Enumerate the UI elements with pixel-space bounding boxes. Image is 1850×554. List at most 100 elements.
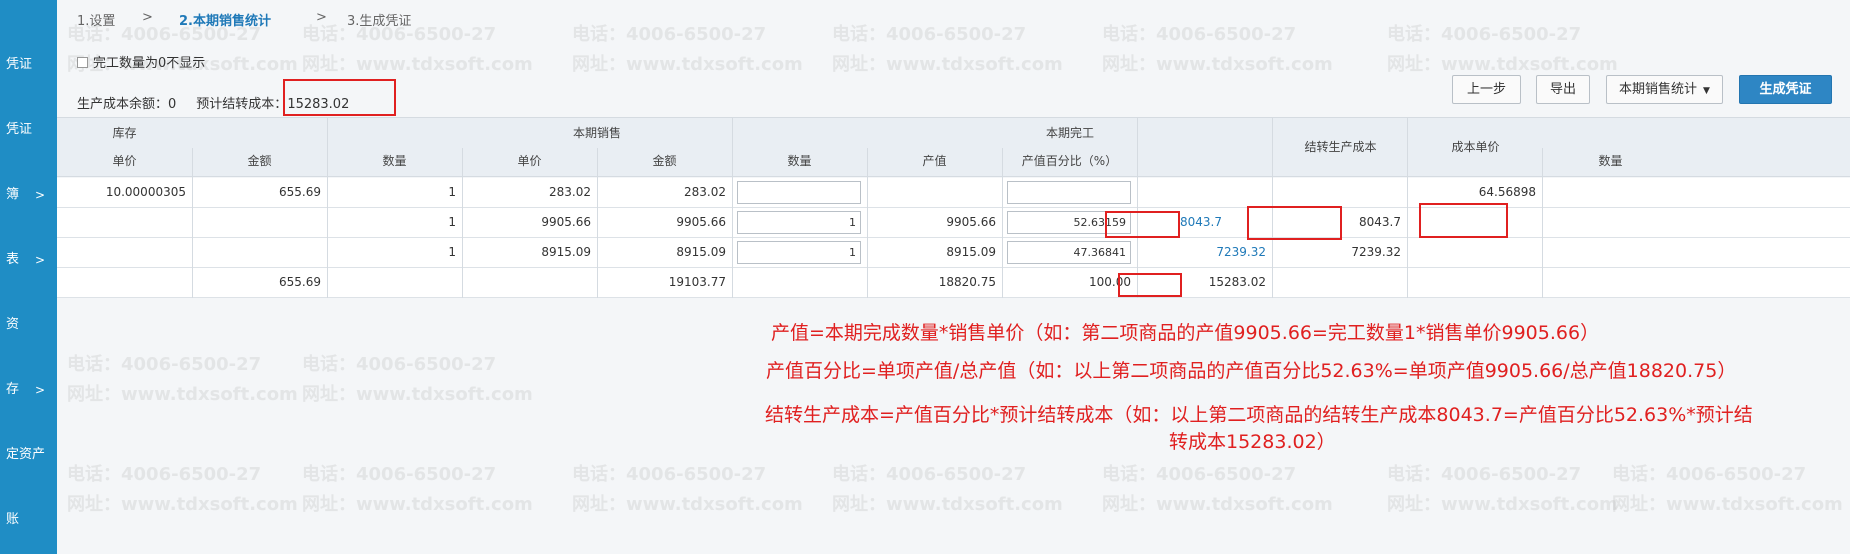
cell-last-qty bbox=[1407, 238, 1542, 267]
sidebar-item-voucher-2[interactable]: 凭证 bbox=[0, 115, 57, 145]
comp-pct-input[interactable]: 47.36841 bbox=[1007, 241, 1131, 264]
sidebar-item-label: 账 bbox=[6, 512, 20, 527]
cell-sales-qty: 1 bbox=[448, 215, 456, 229]
cell-inv-amount bbox=[192, 208, 327, 237]
highlight-box bbox=[1105, 211, 1180, 238]
watermark-phone: 电话：4006-6500-27 bbox=[572, 464, 767, 485]
cell-sales-price: 283.02 bbox=[549, 185, 591, 199]
cell-inv-price bbox=[57, 208, 192, 237]
step-separator: > bbox=[142, 10, 153, 25]
sidebar-item-label: 定资产 bbox=[6, 447, 46, 462]
grid-line bbox=[1407, 118, 1408, 178]
header-last-qty: 数量 bbox=[1598, 154, 1623, 168]
header-sales: 本期销售 bbox=[572, 126, 621, 140]
watermark-site: 网址：www.tdxsoft.com bbox=[572, 54, 803, 75]
header-comp-pct: 产值百分比（%） bbox=[1021, 154, 1118, 168]
cell-unit-cost bbox=[1272, 178, 1407, 207]
chevron-right-icon: > bbox=[34, 253, 45, 267]
watermark-site: 网址：www.tdxsoft.com bbox=[1387, 494, 1618, 515]
report-select[interactable]: 本期销售统计 ▼ bbox=[1606, 75, 1723, 104]
step-generate-voucher[interactable]: 3.生成凭证 bbox=[347, 10, 411, 29]
sidebar-item-label: 表 bbox=[6, 252, 20, 267]
cell-transfer-cost[interactable]: 7239.32 bbox=[1137, 238, 1272, 267]
sidebar-item-label: 资 bbox=[6, 317, 20, 332]
prev-step-button[interactable]: 上一步 bbox=[1452, 75, 1521, 104]
cell-transfer-cost bbox=[1137, 178, 1272, 207]
annotation-output-percent: 产值百分比=单项产值/总产值（如：以上第二项商品的产值百分比52.63%=单项产… bbox=[766, 360, 1737, 382]
header-inv-price: 单价 bbox=[112, 154, 137, 168]
table-total-row: 655.69 19103.77 18820.75 100.00 15283.02 bbox=[57, 268, 1850, 298]
sidebar-item-account[interactable]: 账 bbox=[0, 505, 57, 535]
highlight-box bbox=[283, 79, 396, 116]
report-select-value: 本期销售统计 bbox=[1619, 82, 1698, 97]
comp-pct-input[interactable] bbox=[1007, 181, 1131, 204]
comp-qty-input[interactable] bbox=[737, 181, 861, 204]
header-completed: 本期完工 bbox=[1045, 126, 1094, 140]
watermark-phone: 电话：4006-6500-27 bbox=[1387, 464, 1582, 485]
watermark-site: 网址：www.tdxsoft.com bbox=[572, 494, 803, 515]
table-row: 1 9905.66 9905.66 1 9905.66 52.63159 804… bbox=[57, 208, 1850, 238]
header-sales-qty: 数量 bbox=[382, 154, 407, 168]
table-row: 1 8915.09 8915.09 1 8915.09 47.36841 723… bbox=[57, 238, 1850, 268]
cell-sales-amount-total: 19103.77 bbox=[668, 275, 726, 289]
left-sidebar: 凭证 凭证 簿 > 表 > 资 存 > 定资产 账 bbox=[0, 0, 57, 554]
annotation-output-value: 产值=本期完成数量*销售单价（如：第二项商品的产值9905.66=完工数量1*销… bbox=[771, 322, 1600, 344]
cell-sales-qty: 1 bbox=[448, 185, 456, 199]
cell-inv-amount-total: 655.69 bbox=[279, 275, 321, 289]
header-sales-price: 单价 bbox=[517, 154, 542, 168]
grid-line bbox=[327, 118, 328, 178]
watermark-site: 网址：www.tdxsoft.com bbox=[832, 494, 1063, 515]
cell-sales-amount: 9905.66 bbox=[676, 215, 726, 229]
step-sales-stats[interactable]: 2.本期销售统计 bbox=[179, 10, 271, 29]
grid-line bbox=[1002, 178, 1003, 298]
sidebar-item-label: 存 bbox=[6, 382, 20, 397]
cell-inv-amount bbox=[192, 238, 327, 267]
cell-comp-value-total: 18820.75 bbox=[938, 275, 996, 289]
table-row: 10.00000305 655.69 1 283.02 283.02 64.56… bbox=[57, 178, 1850, 208]
cell-sales-price: 8915.09 bbox=[541, 245, 591, 259]
sidebar-item-ledger[interactable]: 簿 > bbox=[0, 180, 57, 210]
sidebar-item-reports[interactable]: 表 > bbox=[0, 245, 57, 275]
grid-line bbox=[732, 178, 733, 298]
grid-line bbox=[462, 148, 463, 178]
step-settings[interactable]: 1.设置 bbox=[77, 10, 115, 29]
highlight-box bbox=[1419, 203, 1508, 238]
watermark-phone: 电话：4006-6500-27 bbox=[1102, 24, 1297, 45]
sidebar-item-inventory[interactable]: 存 > bbox=[0, 375, 57, 405]
sidebar-item-label: 凭证 bbox=[6, 57, 33, 72]
grid-line bbox=[1542, 178, 1543, 298]
grid-line bbox=[597, 148, 598, 178]
watermark-site: 网址：www.tdxsoft.com bbox=[1102, 54, 1333, 75]
step-separator: > bbox=[316, 10, 327, 25]
grid-line bbox=[732, 118, 733, 178]
cell-comp-value: 8915.09 bbox=[946, 245, 996, 259]
watermark-phone: 电话：4006-6500-27 bbox=[1102, 464, 1297, 485]
cell-comp-value: 9905.66 bbox=[946, 215, 996, 229]
watermark-phone: 电话：4006-6500-27 bbox=[67, 354, 262, 375]
comp-qty-input[interactable]: 1 bbox=[737, 241, 861, 264]
generate-voucher-button[interactable]: 生成凭证 bbox=[1739, 75, 1832, 104]
export-button[interactable]: 导出 bbox=[1536, 75, 1590, 104]
sidebar-item-label: 凭证 bbox=[6, 122, 33, 137]
grid-line bbox=[867, 178, 868, 298]
header-sales-amount: 金额 bbox=[652, 154, 677, 168]
sidebar-item-voucher[interactable]: 凭证 bbox=[0, 50, 57, 80]
watermark-phone: 电话：4006-6500-27 bbox=[1612, 464, 1807, 485]
sidebar-item-funds[interactable]: 资 bbox=[0, 310, 57, 340]
header-inv-amount: 金额 bbox=[247, 154, 272, 168]
sidebar-item-fixed-assets[interactable]: 定资产 bbox=[0, 440, 57, 470]
cell-sales-price: 9905.66 bbox=[541, 215, 591, 229]
cell-inv-price: 10.00000305 bbox=[105, 185, 186, 199]
cell-comp-qty bbox=[732, 268, 867, 297]
prod-balance-value: 0 bbox=[168, 97, 177, 112]
hide-zero-filter[interactable]: 完工数量为0不显示 bbox=[77, 52, 205, 71]
cell-comp-value bbox=[867, 178, 1002, 207]
hide-zero-checkbox[interactable] bbox=[77, 57, 88, 68]
cell-sales-qty: 1 bbox=[448, 245, 456, 259]
main-panel: 电话：4006-6500-27 网址：www.tdxsoft.com 电话：40… bbox=[57, 0, 1850, 554]
sidebar-item-label: 簿 bbox=[6, 187, 20, 202]
cell-unit-cost: 7239.32 bbox=[1351, 245, 1401, 259]
comp-qty-input[interactable]: 1 bbox=[737, 211, 861, 234]
annotation-transfer-cost: 结转生产成本=产值百分比*预计结转成本（如：以上第二项商品的结转生产成本8043… bbox=[765, 404, 1753, 426]
prod-balance-label: 生产成本余额： bbox=[77, 97, 169, 112]
